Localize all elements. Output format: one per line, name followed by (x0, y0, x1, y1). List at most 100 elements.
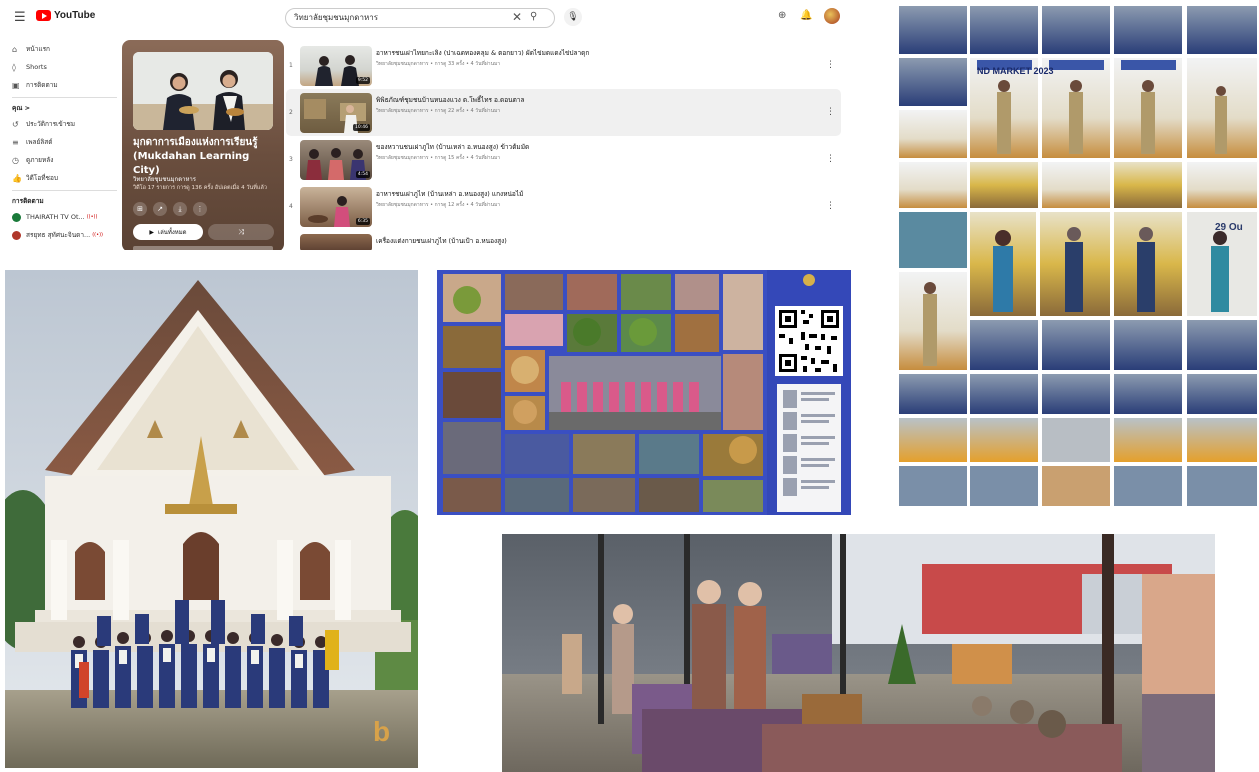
video-title[interactable]: พิพิธภัณฑ์ชุมชนบ้านหนองแวง ต.โพธิ์ไทร อ.… (376, 95, 796, 105)
video-thumbnail[interactable] (300, 234, 372, 250)
sidebar-item-home[interactable]: ⌂ หน้าแรก (12, 40, 117, 58)
account-avatar[interactable] (824, 8, 840, 24)
home-icon: ⌂ (12, 44, 18, 54)
play-all-label: เล่นทั้งหมด (158, 229, 187, 236)
sidebar-item-label: ดูภายหลัง (26, 156, 54, 164)
sidebar-item-label: สรยุทธ สุทัศนะจินดา... (26, 231, 91, 239)
menu-icon[interactable]: ☰ (14, 10, 26, 25)
event-date-text: 29 Ou (1215, 222, 1243, 233)
sidebar-item-liked[interactable]: 👍 วิดีโอที่ชอบ (12, 169, 117, 187)
temple-group-photo-image (5, 270, 418, 768)
youtube-logo[interactable]: YouTube (36, 10, 95, 21)
market-banner-text: ND MARKET 2023 (977, 66, 1054, 76)
photographer-watermark: b (373, 716, 391, 747)
playlist-icon: ≡ (12, 137, 19, 147)
shuffle-icon: ⤨ (238, 228, 244, 236)
event-photo-grid: ND MARKET 2023 29 Ou (897, 6, 1259, 508)
playlist-video-row[interactable]: เครื่องแต่งกายชนเผ่าภูไท (บ้านเป้า อ.หนอ… (286, 230, 841, 250)
search-input[interactable] (294, 11, 494, 24)
shuffle-button[interactable]: ⤨ (208, 224, 274, 240)
video-title[interactable]: ของหวานชนเผ่าภูไท (บ้านเหล่า อ.หนองสูง) … (376, 142, 796, 152)
qr-code[interactable] (775, 306, 843, 376)
history-icon: ↺ (12, 119, 19, 129)
playlist-thumbnail-image (133, 52, 273, 130)
more-options-icon[interactable]: ⋮ (826, 60, 835, 70)
playlist-channel[interactable]: วิทยาลัยชุมชนมุกดาหาร (133, 174, 196, 184)
video-duration: 6:35 (355, 218, 370, 225)
channel-avatar (12, 212, 21, 222)
youtube-topbar: ☰ YouTube ✕ ⚲ 🎙 ⊕ 🔔 (0, 0, 848, 34)
video-index: 2 (289, 109, 293, 116)
sidebar-item-watch-later[interactable]: ◷ ดูภายหลัง (12, 151, 117, 169)
video-title[interactable]: อาหารชนเผ่าภูไท (บ้านเหล่า อ.หนองสูง) แก… (376, 189, 796, 199)
microphone-icon[interactable]: 🎙 (564, 8, 582, 26)
channel-avatar (12, 230, 21, 240)
search-box[interactable]: ✕ ⚲ (285, 8, 555, 28)
textile-exhibition-photo (502, 534, 1215, 772)
more-options-icon[interactable]: ⋮ (193, 202, 207, 216)
playlist-title: มุกดาการเมืองแห่งการเรียนรู้ (Mukdahan L… (133, 137, 258, 176)
sidebar-item-label: เพลย์ลิสต์ (26, 138, 53, 146)
live-icon: ((•)) (92, 232, 103, 238)
video-thumbnail[interactable]: 4:54 (300, 140, 372, 180)
search-icon[interactable]: ⚲ (530, 11, 537, 22)
create-icon[interactable]: ⊕ (778, 10, 786, 21)
more-options-icon[interactable]: ⋮ (826, 201, 835, 211)
sidebar-item-playlists[interactable]: ≡ เพลย์ลิสต์ (12, 133, 117, 151)
save-playlist-icon[interactable]: ⊞ (133, 202, 147, 216)
sidebar-you-header[interactable]: คุณ > (12, 101, 117, 115)
play-icon: ▶ (149, 228, 155, 236)
playlist-video-row[interactable]: 1 9:52 อาหารชนเผ่าไทยกะเลิง (ปาเฉดทองคลุ… (286, 42, 841, 89)
clear-search-icon[interactable]: ✕ (512, 10, 522, 24)
youtube-playlist-screenshot: ☰ YouTube ✕ ⚲ 🎙 ⊕ 🔔 ⌂ หน้าแรก ◊ Shorts ▣ กา… (0, 0, 848, 250)
sidebar-subscription-sorayuth[interactable]: สรยุทธ สุทัศนะจินดา... ((•)) (12, 226, 117, 244)
playlist-video-row[interactable]: 3 4:54 ของหวานชนเผ่าภูไท (บ้านเหล่า อ.หน… (286, 136, 841, 183)
youtube-play-icon (36, 10, 51, 21)
more-options-icon[interactable]: ⋮ (826, 107, 835, 117)
sidebar-divider (12, 97, 117, 98)
playlist-header-card: มุกดาการเมืองแห่งการเรียนรู้ (Mukdahan L… (122, 40, 284, 250)
sidebar-item-label: THAIRATH TV Ot... (26, 213, 85, 221)
video-index: 1 (289, 62, 293, 69)
video-thumbnail[interactable]: 9:52 (300, 46, 372, 86)
video-meta: วิทยาลัยชุมชนมุกดาหาร • การดู 33 ครั้ง •… (376, 61, 501, 67)
sidebar-item-label: หน้าแรก (26, 45, 50, 53)
play-all-button[interactable]: ▶ เล่นทั้งหมด (133, 224, 203, 240)
sidebar-subscriptions-header: การติดตาม (12, 197, 44, 205)
sidebar-item-label: การติดตาม (26, 81, 58, 89)
sidebar-item-label: Shorts (26, 63, 47, 71)
subscriptions-icon: ▣ (12, 80, 20, 90)
sidebar-item-history[interactable]: ↺ ประวัติการเข้าชม (12, 115, 117, 133)
video-thumbnail[interactable]: 6:35 (300, 187, 372, 227)
video-thumbnail[interactable]: 10:46 (300, 93, 372, 133)
video-title[interactable]: อาหารชนเผ่าไทยกะเลิง (ปาเฉดทองคลุม & ตอก… (376, 48, 796, 58)
video-duration: 10:46 (353, 124, 370, 131)
download-icon[interactable]: ⤓ (173, 202, 187, 216)
video-title[interactable]: เครื่องแต่งกายชนเผ่าภูไท (บ้านเป้า อ.หนอ… (376, 236, 796, 246)
playlist-video-list: 1 9:52 อาหารชนเผ่าไทยกะเลิง (ปาเฉดทองคลุ… (286, 42, 841, 250)
live-icon: ((•)) (86, 214, 98, 220)
sidebar-divider (12, 190, 117, 191)
sidebar-item-subscriptions[interactable]: ▣ การติดตาม (12, 76, 117, 94)
qr-code-image (775, 306, 843, 376)
video-duration: 9:52 (355, 77, 370, 84)
video-meta: วิทยาลัยชุมชนมุกดาหาร • การดู 22 ครั้ง •… (376, 108, 501, 114)
playlist-video-row[interactable]: 4 6:35 อาหารชนเผ่าภูไท (บ้านเหล่า อ.หนอง… (286, 183, 841, 230)
video-index: 4 (289, 203, 293, 210)
playlist-description (133, 246, 273, 250)
playlist-thumbnail[interactable] (133, 52, 273, 130)
more-options-icon[interactable]: ⋮ (826, 154, 835, 164)
playlist-video-row[interactable]: 2 10:46 พิพิธภัณฑ์ชุมชนบ้านหนองแวง ต.โพธ… (286, 89, 841, 136)
playlist-actions: ⊞ ↗ ⤓ ⋮ (133, 202, 207, 216)
sidebar-subscription-thairath[interactable]: THAIRATH TV Ot... ((•)) (12, 208, 117, 226)
sidebar-item-shorts[interactable]: ◊ Shorts (12, 58, 117, 76)
notifications-icon[interactable]: 🔔 (800, 10, 812, 21)
video-meta: วิทยาลัยชุมชนมุกดาหาร • การดู 15 ครั้ง •… (376, 155, 501, 161)
video-duration: 4:54 (355, 171, 370, 178)
playlist-meta: วิดีโอ 17 รายการ การดู 136 ครั้ง อัปเดตเ… (133, 185, 267, 191)
textile-exhibition-image (502, 534, 1215, 772)
share-icon[interactable]: ↗ (153, 202, 167, 216)
youtube-logo-text: YouTube (54, 10, 96, 21)
sidebar-item-label: ประวัติการเข้าชม (26, 120, 76, 128)
temple-group-photo: b (5, 270, 418, 768)
